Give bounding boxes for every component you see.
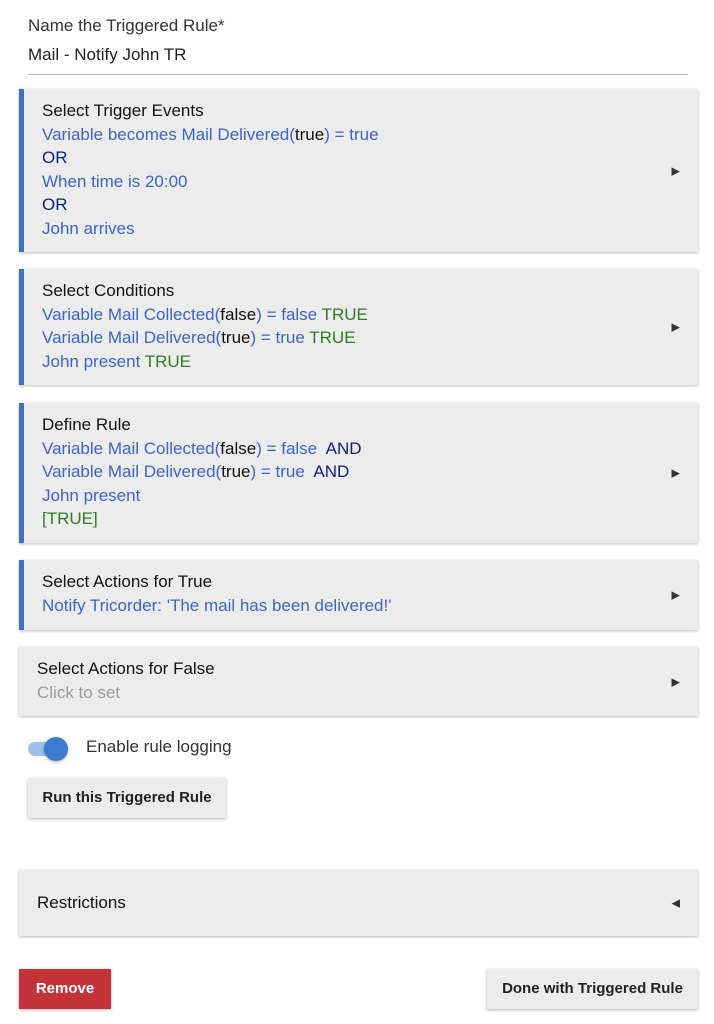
conditions-title: Select Conditions — [42, 281, 175, 300]
condition-row: Variable Mail Delivered(true) = true TRU… — [42, 326, 698, 350]
actions-false-title: Select Actions for False — [37, 659, 215, 678]
condition-text: Variable Mail Collected( — [42, 304, 221, 324]
action-notify: Notify Tricorder: 'The mail has been del… — [42, 595, 392, 615]
rule-name-label: Name the Triggered Rule* — [28, 16, 225, 35]
rule-name-underline — [28, 74, 688, 75]
actions-false-section[interactable]: Select Actions for False Click to set ▶ — [19, 647, 698, 716]
rule-row: Variable Mail Collected(false) = false A… — [42, 437, 698, 461]
rule-name-field: Name the Triggered Rule* Mail - Notify J… — [28, 14, 688, 75]
rule-value: ) = false — [256, 438, 318, 458]
trigger-or-1: OR — [42, 148, 68, 167]
condition-state: false — [220, 304, 257, 324]
define-rule-title: Define Rule — [42, 415, 131, 434]
condition-value: ) = false — [256, 304, 318, 324]
trigger-variable-text: Variable becomes Mail Delivered( — [42, 124, 295, 144]
trigger-events-title: Select Trigger Events — [42, 101, 204, 120]
caret-right-icon: ▶ — [671, 589, 680, 602]
done-button[interactable]: Done with Triggered Rule — [487, 969, 698, 1009]
caret-right-icon: ▶ — [671, 165, 680, 177]
toggle-knob — [44, 737, 68, 761]
actions-true-section[interactable]: Select Actions for True Notify Tricorder… — [19, 560, 698, 630]
conditions-section[interactable]: Select Conditions Variable Mail Collecte… — [19, 269, 698, 385]
trigger-presence: John arrives — [42, 218, 135, 238]
caret-right-icon: ▶ — [671, 467, 680, 480]
condition-state: true — [221, 328, 251, 347]
trigger-line: Variable becomes Mail Delivered(true) = … — [42, 123, 698, 147]
rule-result: [TRUE] — [42, 509, 98, 528]
rule-state: false — [220, 438, 257, 458]
rule-text: Variable Mail Delivered( — [42, 462, 222, 481]
rule-row: John present — [42, 485, 141, 505]
trigger-variable-state: true — [294, 124, 325, 144]
rule-operator: AND — [325, 438, 362, 458]
rule-operator: AND — [313, 462, 350, 481]
rule-name-input[interactable]: Mail - Notify John TR — [28, 42, 688, 68]
trigger-events-section[interactable]: Select Trigger Events Variable becomes M… — [19, 89, 698, 252]
condition-value: ) = true — [250, 328, 305, 347]
condition-result: TRUE — [144, 351, 191, 371]
trigger-time: When time is 20:00 — [42, 171, 188, 191]
rule-text: Variable Mail Collected( — [42, 438, 221, 458]
caret-right-icon: ▶ — [671, 321, 680, 334]
condition-text: Variable Mail Delivered( — [42, 328, 222, 347]
caret-left-icon: ◀ — [671, 897, 680, 910]
rule-state: true — [221, 462, 251, 481]
trigger-variable-value: ) = true — [324, 124, 379, 144]
condition-result: TRUE — [309, 328, 356, 347]
caret-right-icon: ▶ — [671, 676, 680, 688]
condition-row: Variable Mail Collected(false) = false T… — [42, 303, 698, 327]
rule-row: Variable Mail Delivered(true) = true AND — [42, 460, 698, 484]
remove-button[interactable]: Remove — [19, 969, 111, 1009]
condition-text: John present — [42, 351, 141, 371]
trigger-or-2: OR — [42, 195, 68, 214]
rule-value: ) = true — [250, 462, 305, 481]
restrictions-section[interactable]: Restrictions ◀ — [19, 870, 698, 936]
define-rule-section[interactable]: Define Rule Variable Mail Collected(fals… — [19, 403, 698, 543]
actions-false-placeholder: Click to set — [37, 682, 121, 702]
condition-result: TRUE — [321, 304, 368, 324]
restrictions-title: Restrictions — [37, 893, 126, 912]
run-rule-button[interactable]: Run this Triggered Rule — [28, 778, 226, 818]
actions-true-title: Select Actions for True — [42, 572, 213, 591]
condition-row: John present TRUE — [42, 350, 698, 374]
logging-label: Enable rule logging — [86, 737, 232, 756]
